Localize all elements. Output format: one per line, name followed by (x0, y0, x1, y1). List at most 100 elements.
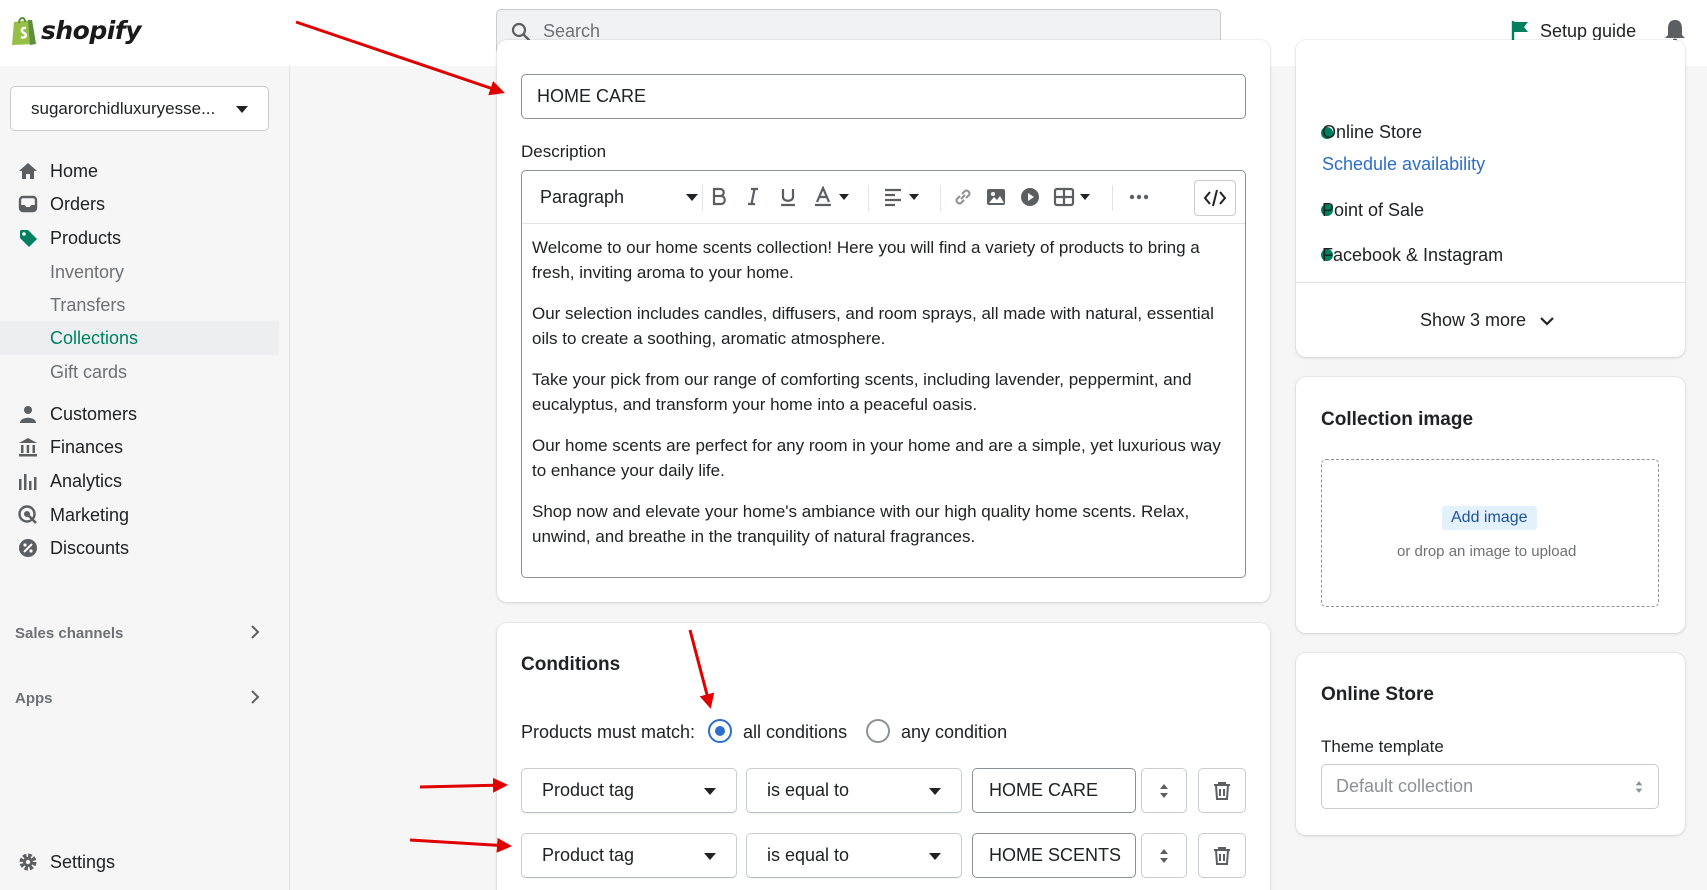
search-placeholder: Search (543, 21, 601, 41)
sidebar-item-settings[interactable]: Settings (0, 845, 279, 879)
orders-icon (18, 195, 38, 213)
caret-down-icon (929, 788, 941, 795)
sidebar-item-finances[interactable]: Finances (0, 430, 279, 464)
collection-title-input[interactable]: HOME CARE (521, 74, 1246, 119)
description-paragraph: Shop now and elevate your home's ambianc… (532, 502, 1190, 546)
condition-value-input[interactable]: HOME SCENTS (972, 833, 1136, 878)
conditions-title: Conditions (521, 654, 621, 675)
description-label: Description (521, 142, 607, 161)
condition-value: HOME SCENTS (989, 845, 1122, 865)
caret-down-icon (704, 853, 716, 860)
sidebar-item-label: Products (50, 227, 122, 248)
radio-all-conditions-label[interactable]: all conditions (743, 722, 847, 743)
chevron-down-icon (1540, 316, 1554, 326)
link-button[interactable] (952, 185, 974, 209)
setup-guide-button[interactable]: Setup guide (1510, 20, 1636, 42)
radio-any-condition-label[interactable]: any condition (901, 722, 1007, 743)
condition-operator-select[interactable]: is equal to (746, 768, 962, 813)
sidebar-item-discounts[interactable]: Discounts (0, 531, 279, 565)
align-left-icon (885, 188, 901, 207)
align-button[interactable] (882, 185, 919, 209)
sidebar-item-products[interactable]: Products (0, 221, 279, 255)
editor-content[interactable]: Welcome to our home scents collection! H… (532, 235, 1237, 565)
apps-heading[interactable]: Apps (15, 690, 53, 707)
sidebar-item-label: Settings (50, 851, 116, 872)
sidebar-item-orders[interactable]: Orders (0, 187, 279, 221)
bar-chart-icon (19, 474, 37, 490)
sidebar-item-label: Analytics (50, 470, 123, 491)
theme-template-select[interactable]: Default collection (1321, 764, 1659, 809)
store-name: sugarorchidluxuryesse... (31, 98, 216, 118)
sidebar-item-transfers[interactable]: Transfers (0, 288, 279, 322)
sidebar-item-label: Marketing (50, 504, 130, 525)
show-html-button[interactable] (1194, 180, 1236, 216)
description-paragraph: Take your pick from our range of comfort… (532, 370, 1192, 414)
code-icon (1203, 189, 1227, 207)
add-image-button[interactable]: Add image (1442, 506, 1537, 530)
annotation-arrow (419, 777, 508, 793)
delete-condition-button[interactable] (1198, 833, 1246, 878)
channel-facebook-instagram: Facebook & Instagram (1322, 245, 1504, 265)
condition-field-select[interactable]: Product tag (521, 768, 737, 813)
caret-down-icon (929, 853, 941, 860)
video-button[interactable] (1019, 185, 1041, 209)
sidebar-item-marketing[interactable]: Marketing (0, 498, 279, 532)
text-color-button[interactable] (812, 185, 849, 209)
condition-value-input[interactable]: HOME CARE (972, 768, 1136, 813)
sidebar-item-analytics[interactable]: Analytics (0, 464, 279, 498)
sidebar-item-inventory[interactable]: Inventory (0, 255, 279, 289)
condition-operator-value: is equal to (767, 845, 850, 865)
radio-any-condition[interactable] (866, 719, 890, 743)
radio-all-conditions[interactable] (708, 719, 732, 743)
image-drop-zone[interactable] (1321, 459, 1659, 607)
more-button[interactable] (1128, 185, 1150, 209)
store-selector[interactable]: sugarorchidluxuryesse... (10, 86, 269, 131)
image-button[interactable] (985, 185, 1007, 209)
format-select[interactable]: Paragraph (540, 185, 699, 209)
text-color-icon (815, 186, 831, 207)
table-button[interactable] (1053, 185, 1090, 209)
condition-value-stepper[interactable] (1141, 833, 1187, 878)
caret-down-icon (686, 193, 699, 201)
bold-button[interactable] (708, 185, 730, 209)
tag-icon (20, 230, 37, 247)
condition-operator-value: is equal to (767, 780, 850, 800)
sidebar-item-collections[interactable]: Collections (0, 321, 279, 355)
theme-template-label: Theme template (1321, 737, 1444, 756)
chevron-right-icon[interactable] (250, 690, 260, 704)
caret-down-icon (704, 788, 716, 795)
schedule-availability-link[interactable]: Schedule availability (1322, 154, 1485, 175)
sidebar-item-gift-cards[interactable]: Gift cards (0, 355, 279, 389)
search-icon (511, 22, 531, 41)
trash-icon (1214, 846, 1230, 865)
caret-down-icon (909, 194, 919, 200)
sidebar-item-home[interactable]: Home (0, 154, 279, 188)
delete-condition-button[interactable] (1198, 768, 1246, 813)
format-select-value: Paragraph (540, 186, 625, 207)
shopify-logo[interactable]: shopify (10, 14, 142, 46)
condition-operator-select[interactable]: is equal to (746, 833, 962, 878)
sales-channels-heading[interactable]: Sales channels (15, 625, 123, 642)
collection-image-title: Collection image (1321, 409, 1474, 430)
description-editor[interactable]: Paragraph Welcome to our home scents col… (521, 170, 1246, 578)
theme-template-value: Default collection (1336, 776, 1474, 796)
gear-icon (19, 853, 37, 871)
underline-button[interactable] (777, 185, 799, 209)
more-horizontal-icon (1129, 194, 1149, 200)
condition-value-stepper[interactable] (1141, 768, 1187, 813)
sidebar-item-label: Orders (50, 193, 106, 214)
select-arrows-icon (1635, 781, 1643, 793)
description-paragraph: Our selection includes candles, diffuser… (532, 304, 1214, 348)
drop-hint: or drop an image to upload (1397, 543, 1577, 560)
toolbar-divider (940, 185, 941, 211)
play-circle-icon (1021, 188, 1039, 206)
italic-button[interactable] (742, 185, 764, 209)
condition-field-select[interactable]: Product tag (521, 833, 737, 878)
discount-icon (19, 539, 37, 557)
chevron-right-icon[interactable] (250, 625, 260, 639)
sidebar-item-customers[interactable]: Customers (0, 397, 279, 431)
condition-value: HOME CARE (989, 780, 1099, 800)
sidebar-item-label: Inventory (50, 261, 125, 282)
show-more-button[interactable]: Show 3 more (1420, 310, 1554, 331)
table-icon (1053, 187, 1075, 207)
